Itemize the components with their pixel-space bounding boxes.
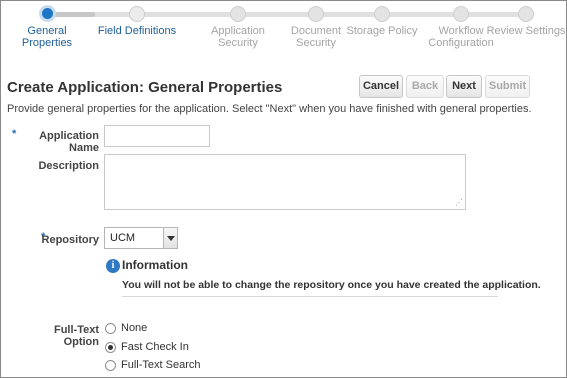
train-step-label-line1: Workflow — [438, 25, 484, 37]
radio-button[interactable] — [105, 323, 116, 334]
next-button[interactable]: Next — [446, 75, 482, 98]
required-marker: * — [12, 128, 17, 140]
description-textarea[interactable]: ⋰ — [104, 154, 466, 210]
train-step-general-properties[interactable]: General Properties — [2, 1, 92, 49]
radio-label: None — [121, 322, 148, 334]
train-step-label: Application Security — [211, 25, 265, 49]
radio-label: Fast Check In — [121, 341, 189, 353]
train-step-label-line2: Configuration — [428, 37, 494, 49]
train-step-storage-policy: Storage Policy — [337, 1, 427, 37]
repository-label: Repository — [41, 234, 99, 246]
train-step-label: Storage Policy — [346, 25, 418, 37]
info-icon: i — [106, 259, 120, 273]
resize-grip-icon[interactable]: ⋰ — [455, 199, 463, 207]
train-step-label: Review Settings — [486, 25, 566, 37]
repository-selected-value: UCM — [110, 232, 136, 244]
train-step-marker — [129, 6, 145, 22]
radio-button-checked[interactable] — [105, 342, 116, 353]
repository-select[interactable]: UCM — [104, 227, 178, 249]
application-name-input[interactable] — [104, 125, 210, 147]
full-text-option-label: Full-Text Option — [53, 324, 99, 348]
train-step-label: General Properties — [21, 25, 73, 49]
submit-button[interactable]: Submit — [485, 75, 530, 98]
dropdown-arrow-icon[interactable] — [163, 228, 177, 248]
train-step-review-settings: Review Settings — [484, 1, 566, 37]
train-step-field-definitions[interactable]: Field Definitions — [92, 1, 182, 37]
create-application-page: General Properties Field Definitions App… — [0, 0, 567, 378]
page-instructions: Provide general properties for the appli… — [7, 103, 532, 115]
train-step-label: Field Definitions — [97, 25, 177, 37]
train-step-marker — [453, 6, 469, 22]
description-label: Description — [38, 160, 99, 172]
information-title: Information — [122, 258, 188, 272]
cancel-button[interactable]: Cancel — [359, 75, 403, 98]
train-step-marker — [38, 5, 56, 22]
train-step-marker — [230, 6, 246, 22]
back-button[interactable]: Back — [406, 75, 444, 98]
train-step-application-security: Application Security — [193, 1, 283, 49]
wizard-train: General Properties Field Definitions App… — [1, 1, 566, 53]
page-title: Create Application: General Properties — [7, 79, 283, 96]
train-step-marker — [374, 6, 390, 22]
information-divider — [122, 296, 498, 297]
radio-label: Full-Text Search — [121, 359, 201, 371]
radio-button[interactable] — [105, 360, 116, 371]
train-step-marker — [518, 6, 534, 22]
train-step-marker — [308, 6, 324, 22]
information-text: You will not be able to change the repos… — [122, 279, 541, 291]
application-name-label: Application Name — [39, 130, 99, 154]
